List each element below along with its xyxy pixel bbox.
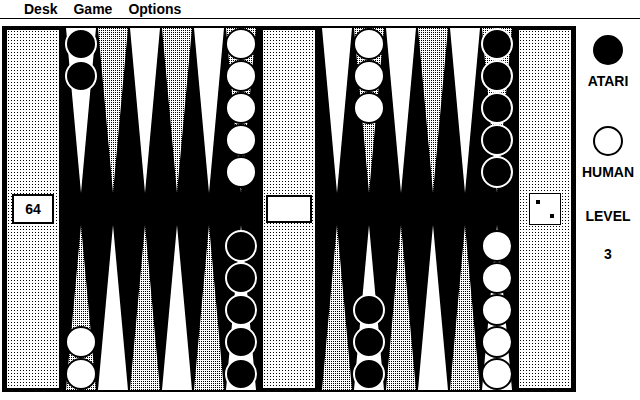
checker[interactable] — [481, 92, 513, 124]
point[interactable] — [193, 225, 225, 390]
bar-box — [266, 195, 312, 223]
checker[interactable] — [225, 326, 257, 358]
left-quadrant — [64, 28, 258, 390]
point[interactable] — [193, 28, 225, 193]
checker[interactable] — [481, 28, 513, 60]
checker[interactable] — [65, 28, 97, 60]
checker[interactable] — [353, 294, 385, 326]
point[interactable] — [417, 225, 449, 390]
checker[interactable] — [225, 230, 257, 262]
menu-item[interactable]: Desk — [24, 1, 57, 17]
point-triangle-icon — [193, 225, 225, 390]
point[interactable] — [385, 225, 417, 390]
checker[interactable] — [65, 60, 97, 92]
point-triangle-icon — [385, 225, 417, 390]
checker[interactable] — [481, 60, 513, 92]
player-disc-icon — [593, 35, 623, 65]
menu-item[interactable]: Game — [73, 1, 112, 17]
point[interactable] — [225, 28, 257, 193]
side-panel: ATARI HUMAN LEVEL 3 — [576, 19, 640, 400]
point[interactable] — [161, 225, 193, 390]
right-quadrant — [320, 28, 514, 390]
point[interactable] — [481, 225, 513, 390]
menu-item[interactable]: Options — [128, 1, 181, 17]
checker[interactable] — [225, 124, 257, 156]
point-triangle-icon — [321, 28, 353, 193]
point[interactable] — [161, 28, 193, 193]
menu-bar: Desk Game Options — [0, 0, 640, 19]
checker[interactable] — [481, 156, 513, 188]
point-triangle-icon — [417, 225, 449, 390]
left-tray: 64 — [5, 28, 61, 390]
point[interactable] — [65, 225, 97, 390]
point-triangle-icon — [449, 225, 481, 390]
player-label: HUMAN — [582, 164, 634, 180]
point[interactable] — [385, 28, 417, 193]
checker[interactable] — [481, 230, 513, 262]
checker[interactable] — [225, 28, 257, 60]
level-value: 3 — [604, 246, 612, 262]
checker[interactable] — [353, 28, 385, 60]
point[interactable] — [97, 28, 129, 193]
point-triangle-icon — [97, 28, 129, 193]
checker[interactable] — [353, 60, 385, 92]
die-pip — [550, 214, 554, 218]
die-pip — [536, 200, 540, 204]
checker[interactable] — [65, 358, 97, 390]
point-triangle-icon — [129, 28, 161, 193]
checker[interactable] — [225, 262, 257, 294]
board: 64 — [2, 26, 576, 392]
checker[interactable] — [353, 92, 385, 124]
checker[interactable] — [65, 326, 97, 358]
point[interactable] — [353, 225, 385, 390]
point-triangle-icon — [449, 28, 481, 193]
point[interactable] — [353, 28, 385, 193]
checker[interactable] — [481, 326, 513, 358]
checker[interactable] — [353, 358, 385, 390]
point[interactable] — [321, 225, 353, 390]
point[interactable] — [449, 28, 481, 193]
point[interactable] — [321, 28, 353, 193]
checker[interactable] — [353, 326, 385, 358]
point[interactable] — [97, 225, 129, 390]
point-triangle-icon — [417, 28, 449, 193]
point[interactable] — [225, 225, 257, 390]
point-triangle-icon — [97, 225, 129, 390]
point-triangle-icon — [161, 225, 193, 390]
checker[interactable] — [481, 262, 513, 294]
point[interactable] — [129, 28, 161, 193]
point-triangle-icon — [129, 225, 161, 390]
player-label: ATARI — [588, 73, 629, 89]
die[interactable] — [529, 193, 561, 225]
point[interactable] — [417, 28, 449, 193]
right-tray — [517, 28, 573, 390]
point[interactable] — [129, 225, 161, 390]
checker[interactable] — [225, 358, 257, 390]
bar — [261, 28, 317, 390]
point[interactable] — [481, 28, 513, 193]
point-triangle-icon — [385, 28, 417, 193]
point-triangle-icon — [321, 225, 353, 390]
checker[interactable] — [481, 358, 513, 390]
checker[interactable] — [225, 92, 257, 124]
checker[interactable] — [225, 60, 257, 92]
checker[interactable] — [481, 294, 513, 326]
checker[interactable] — [225, 294, 257, 326]
point-triangle-icon — [161, 28, 193, 193]
checker[interactable] — [481, 124, 513, 156]
level-label: LEVEL — [585, 208, 630, 224]
point[interactable] — [65, 28, 97, 193]
point-triangle-icon — [193, 28, 225, 193]
doubling-cube[interactable]: 64 — [12, 194, 54, 224]
checker[interactable] — [225, 156, 257, 188]
point[interactable] — [449, 225, 481, 390]
player-disc-icon — [593, 126, 623, 156]
